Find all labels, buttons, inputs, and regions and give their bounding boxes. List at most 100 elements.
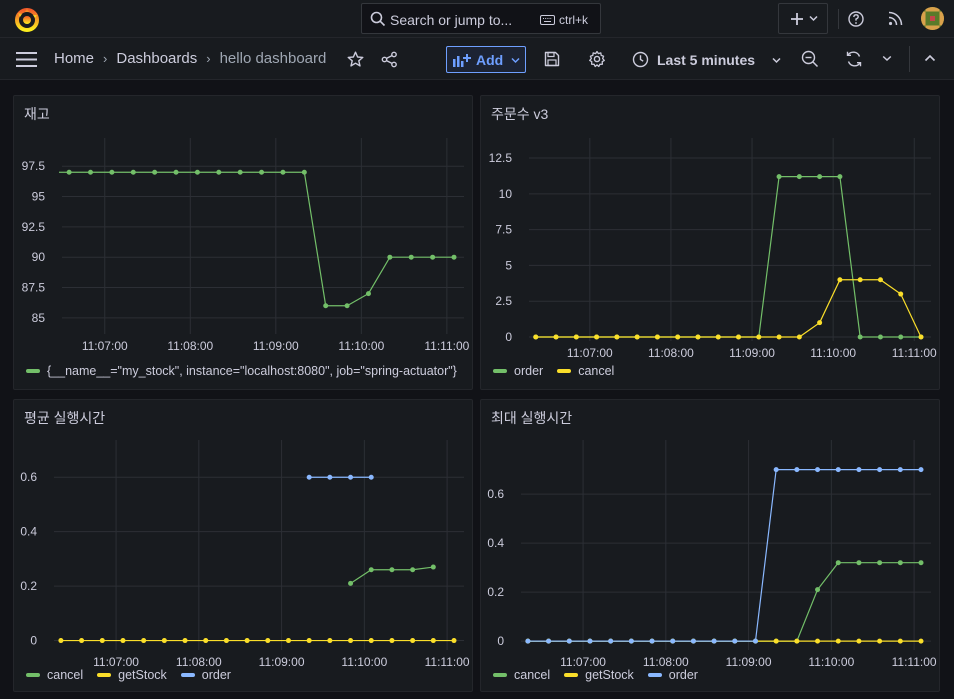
data-point [856,560,862,566]
y-tick-label: 97.5 [22,159,46,173]
save-icon[interactable] [544,51,560,67]
data-point [608,638,614,644]
refresh-icon[interactable] [845,50,863,68]
data-point [389,567,395,573]
star-icon[interactable] [347,51,364,68]
avg-time-chart: 0.6 0.4 0.2 0 11:07:00 11:08:00 11:09:00 11:10:… [20,440,470,669]
x-tick-label: 11:07:00 [82,339,128,353]
data-point [815,638,821,644]
chevron-down-icon[interactable] [882,55,892,62]
dashboard-nav-bar: Home › Dashboards › hello dashboard Add … [0,38,954,80]
series-line-cancel [527,562,921,642]
legend-item[interactable]: cancel [26,668,83,682]
y-tick-label: 0.2 [20,579,37,593]
data-point [306,638,312,644]
x-tick-label: 11:09:00 [726,655,772,669]
search-shortcut: ctrl+k [559,13,589,27]
chevron-down-icon [511,57,520,64]
grafana-logo-icon[interactable] [14,7,40,33]
y-tick-label: 5 [505,258,512,272]
add-button[interactable]: Add [446,46,526,73]
breadcrumb-dashboards[interactable]: Dashboards [116,50,197,67]
legend-item[interactable]: getStock [97,668,167,682]
zoom-out-icon[interactable] [801,50,819,68]
x-tick-label: 11:08:00 [643,655,689,669]
series-line-cancel [535,279,922,338]
help-icon[interactable] [848,11,864,27]
legend-item[interactable]: order [493,364,543,378]
rss-icon[interactable] [888,11,903,26]
data-point [898,291,904,297]
legend-item[interactable]: order [180,668,231,682]
breadcrumb-current: hello dashboard [219,50,327,67]
breadcrumb: Home › Dashboards › hello dashboard [54,50,326,67]
data-point [323,303,329,309]
y-tick-label: 2.5 [495,294,512,308]
panel-legend: cancel getStock order [26,668,231,682]
data-point [546,638,552,644]
data-point [451,254,457,260]
y-tick-label: 87.5 [22,281,46,295]
data-point [796,174,802,180]
panel-stock[interactable]: 재고 97.5 95 92.5 90 87.5 85 11:07:00 11:08:00 11:… [13,95,473,390]
chevron-down-icon [772,57,781,64]
data-point [365,291,371,297]
avatar[interactable] [921,7,944,30]
data-point [58,638,64,644]
legend-item[interactable]: cancel [557,364,614,378]
gear-icon[interactable] [588,50,606,68]
chevron-right-icon: › [206,51,211,66]
data-point [410,638,416,644]
x-tick-label: 11:08:00 [648,346,694,360]
data-point [897,638,903,644]
data-point [109,169,115,175]
legend-label: getStock [585,668,634,682]
chevron-up-icon[interactable] [924,54,936,62]
data-point [203,638,209,644]
data-point [161,638,167,644]
panel-max-time[interactable]: 최대 실행시간 0.6 0.4 0.2 0 11:07:00 11:08:00 11:09:… [480,399,940,692]
x-tick-label: 11:09:00 [253,339,299,353]
x-tick-label: 11:07:00 [560,655,606,669]
data-point [348,580,354,586]
max-time-chart: 0.6 0.4 0.2 0 11:07:00 11:08:00 11:09:00 11:10:… [487,440,937,669]
legend-item[interactable]: {__name__="my_stock", instance="localhos… [26,364,457,378]
data-point [348,638,354,644]
data-point [237,169,243,175]
share-icon[interactable] [381,51,398,68]
new-button[interactable] [778,3,828,34]
legend-item[interactable]: getStock [564,668,634,682]
data-point [675,334,681,340]
add-button-label: Add [476,52,504,68]
x-tick-label: 11:07:00 [567,346,613,360]
data-point [152,169,158,175]
data-point [301,169,307,175]
data-point [194,169,200,175]
data-point [918,334,924,340]
search-input[interactable]: Search or jump to... ctrl+k [361,3,601,34]
legend-item[interactable]: order [647,668,698,682]
data-point [815,467,821,473]
data-point [794,638,800,644]
legend-swatch [26,673,40,677]
orders-chart: 12.5 10 7.5 5 2.5 0 11:07:00 11:08:00 11:09:00 11… [489,138,937,360]
data-point [306,474,312,480]
legend-swatch [493,369,507,373]
data-point [835,467,841,473]
legend-swatch [647,673,662,677]
menu-icon[interactable] [16,52,37,67]
panel-orders[interactable]: 주문수 v3 12.5 10 7.5 5 2.5 0 11:07:00 11:08:00 11:… [480,95,940,390]
data-point [857,334,863,340]
y-tick-label: 0 [505,330,512,344]
y-tick-label: 95 [32,190,46,204]
breadcrumb-home[interactable]: Home [54,50,94,67]
data-point [120,638,126,644]
data-point [223,638,229,644]
legend-item[interactable]: cancel [493,668,550,682]
stock-chart: 97.5 95 92.5 90 87.5 85 11:07:00 11:08:00 11:09:… [22,138,470,353]
panel-avg-time[interactable]: 평균 실행시간 0.6 0.4 0.2 0 11:07:00 11:08:00 11:09:… [13,399,473,692]
data-point [817,174,823,180]
legend-swatch [180,673,195,677]
top-bar: Search or jump to... ctrl+k [0,0,954,38]
x-tick-label: 11:09:00 [259,655,305,669]
